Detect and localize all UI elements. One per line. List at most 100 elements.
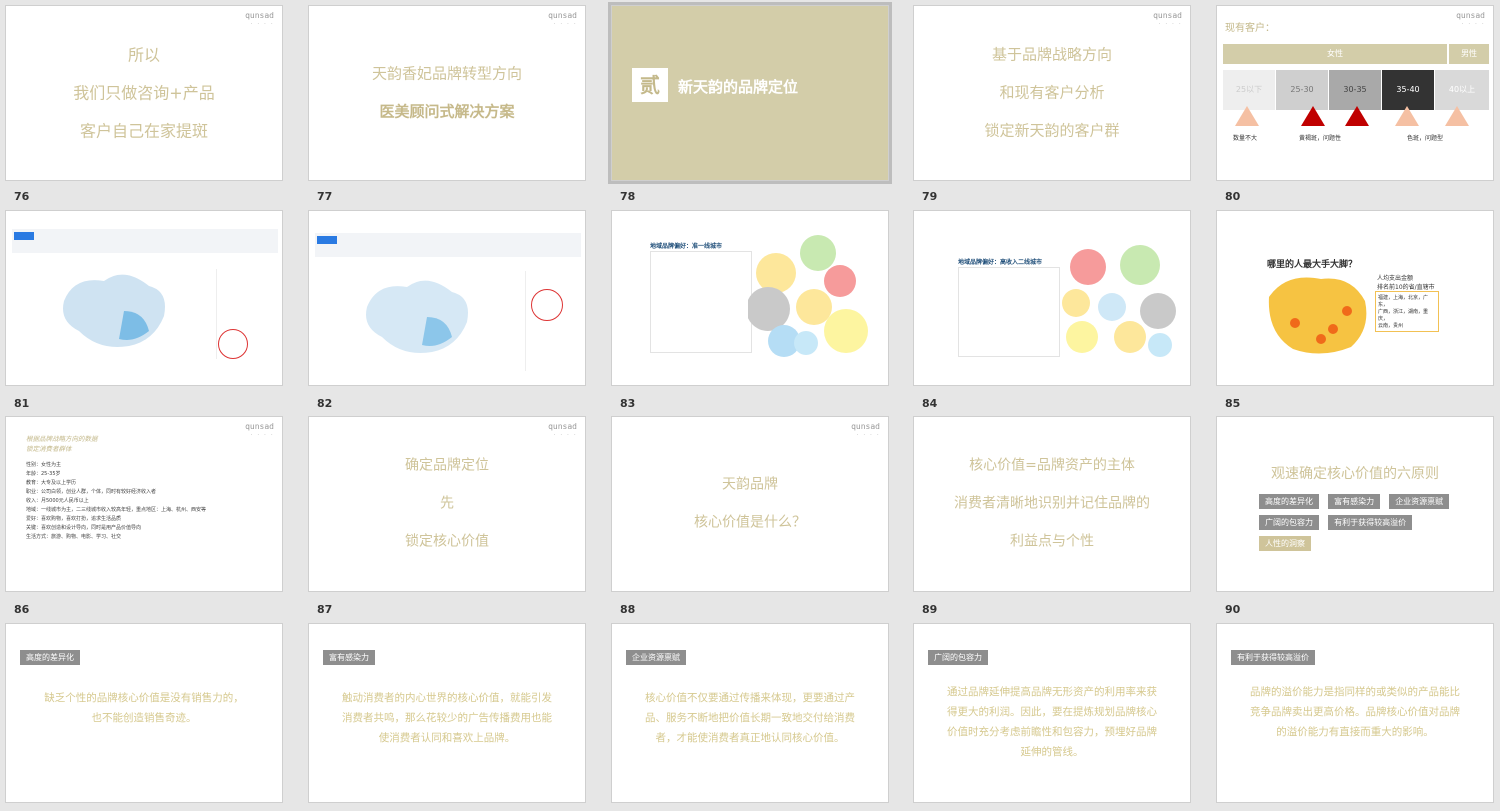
- slide-tag: 高度的差异化: [20, 650, 80, 665]
- slide-number: 79: [922, 190, 938, 203]
- text-line: 客户自己在家提斑: [79, 121, 208, 141]
- slide-thumb-95[interactable]: 有利于获得较高溢价 品牌的溢价能力是指同样的或类似的产品能比 竞争品牌卖出更高价…: [1216, 623, 1494, 803]
- slide-text: 天韵香妃品牌转型方向 医美顾问式解决方案: [309, 46, 585, 141]
- slide-number: 76: [14, 190, 30, 203]
- slide-number: 81: [14, 397, 30, 410]
- note: 色斑，问题型: [1407, 135, 1444, 142]
- slide-thumb-89[interactable]: 核心价值=品牌资产的主体 消费者清晰地识别并记住品牌的 利益点与个性: [913, 416, 1191, 592]
- text-line: 所以: [127, 45, 160, 65]
- slide-thumb-78[interactable]: 贰 新天韵的品牌定位: [608, 2, 892, 184]
- slide-thumb-76[interactable]: qunsad · · · · 所以 我们只做咨询+产品 客户自己在家提斑: [5, 5, 283, 181]
- slide-thumb-84[interactable]: 地域品牌偏好：高收入二线城市: [913, 210, 1191, 386]
- text-line: 和现有客户分析: [999, 83, 1105, 102]
- slide-thumb-90[interactable]: 观速确定核心价值的六原则 高度的差异化 富有感染力 企业资源禀赋 广阔的包容力 …: [1216, 416, 1494, 592]
- dashboard-header: [315, 233, 581, 257]
- slide-thumb-87[interactable]: qunsad · · · · 确定品牌定位 先 锁定核心价值: [308, 416, 586, 592]
- text-line: 医美顾问式解决方案: [379, 102, 515, 121]
- dashboard-header: [12, 229, 278, 253]
- slide-title: 观速确定核心价值的六原则: [1271, 466, 1439, 482]
- slide-text: 天韵品牌 核心价值是什么？: [612, 457, 888, 552]
- slide-thumb-80[interactable]: qunsad · · · · 现有客户： 女性 男性 25以下 25-30 30-…: [1216, 5, 1494, 181]
- list-item: 生活方式：旅游、购物、电影、学习、社交: [26, 534, 122, 540]
- slide-thumb-83[interactable]: 地域品牌偏好：准一线城市: [611, 210, 889, 386]
- slide-number: 90: [1225, 603, 1241, 616]
- slide-thumb-77[interactable]: qunsad · · · · 天韵香妃品牌转型方向 医美顾问式解决方案: [308, 5, 586, 181]
- principle-tag: 有利于获得较高溢价: [1328, 515, 1413, 530]
- slide-thumb-91[interactable]: 高度的差异化 缺乏个性的品牌核心价值是没有销售力的， 也不能创造销售奇迹。: [5, 623, 283, 803]
- text-line: 利益点与个性: [1010, 533, 1094, 550]
- slide-body: 缺乏个性的品牌核心价值是没有销售力的， 也不能创造销售奇迹。: [44, 692, 244, 724]
- text-line: 核心价值=品牌资产的主体: [969, 457, 1135, 474]
- bubble-diagram: [748, 235, 868, 357]
- segment-bar-female: 女性: [1223, 44, 1447, 64]
- brand-logo: qunsad · · · ·: [1456, 11, 1485, 27]
- principle-tags: 高度的差异化 富有感染力 企业资源禀赋 广阔的包容力 有利于获得较高溢价 人性的…: [1257, 489, 1457, 552]
- slide-thumb-94[interactable]: 广阔的包容力 通过品牌延伸提高品牌无形资产的利用率来获 得更大的利润。因此，要在…: [913, 623, 1191, 803]
- slide-tag: 有利于获得较高溢价: [1231, 650, 1315, 665]
- slide-thumb-81[interactable]: [5, 210, 283, 386]
- chart-title: 地域品牌偏好：准一线城市: [650, 243, 723, 250]
- slide-body: 触动消费者的内心世界的核心价值，就能引发 消费者共鸣，那么花较少的广告传播费用也…: [342, 692, 552, 744]
- slide-thumb-92[interactable]: 富有感染力 触动消费者的内心世界的核心价值，就能引发 消费者共鸣，那么花较少的广…: [308, 623, 586, 803]
- china-map-icon: [366, 280, 468, 353]
- slide-number: 83: [620, 397, 636, 410]
- bar-chart-block: [958, 267, 1060, 357]
- text-line: 确定品牌定位: [405, 457, 489, 474]
- note: 黄褐斑，问题性: [1299, 135, 1342, 142]
- slide-body: 通过品牌延伸提高品牌无形资产的利用率来获 得更大的利润。因此，要在提炼规划品牌核…: [947, 686, 1157, 758]
- slide-number: 84: [922, 397, 938, 410]
- slide-number: 78: [620, 190, 636, 203]
- highlight-circle: [218, 329, 248, 359]
- slide-text: 确定品牌定位 先 锁定核心价值: [309, 438, 585, 571]
- slide-number: 85: [1225, 397, 1241, 410]
- slide-body: 核心价值不仅要通过传播来体现，更要通过产 品、服务不断地把价值长期一致地交付给消…: [645, 692, 855, 744]
- text-line: 我们只做咨询+产品: [73, 83, 215, 103]
- list-item: 关键：喜欢创造和设计导向，同时是用产品价值导向: [26, 525, 142, 531]
- dashboard-tab: [14, 232, 34, 240]
- slide-body: 品牌的溢价能力是指同样的或类似的产品能比 竞争品牌卖出更高价格。品牌核心价值对品…: [1250, 686, 1460, 738]
- slide-thumb-85[interactable]: 哪里的人最大手大脚？ 人均支出金额 排名前10的省/直辖市 福建，上海，北京，广…: [1216, 210, 1494, 386]
- brand-logo: qunsad · · · ·: [245, 422, 274, 438]
- list-item: 地域：一线城市为主，二三线城市收入较高年轻，重点地区：上海、杭州、西安等: [26, 507, 207, 513]
- text-line: 基于品牌战略方向: [991, 45, 1112, 64]
- brand-logo: qunsad · · · ·: [851, 422, 880, 438]
- subtitle: 人均支出金额 排名前10的省/直辖市: [1377, 275, 1435, 291]
- slide-number: 87: [317, 603, 333, 616]
- text-line: 先: [440, 495, 454, 512]
- text-line: 天韵香妃品牌转型方向: [371, 64, 522, 83]
- bar-chart-block: [650, 251, 752, 353]
- dashboard-tab: [317, 236, 337, 244]
- slide-thumb-88[interactable]: qunsad · · · · 天韵品牌 核心价值是什么？: [611, 416, 889, 592]
- slide-tag: 广阔的包容力: [928, 650, 988, 665]
- slide-number: 82: [317, 397, 333, 410]
- text-line: 天韵品牌: [722, 476, 778, 493]
- ranking-panel: [525, 271, 578, 371]
- triangle-icon: [1395, 106, 1419, 126]
- triangle-markers: [1235, 106, 1469, 126]
- china-map-icon: [63, 274, 165, 347]
- slide-thumb-82[interactable]: [308, 210, 586, 386]
- text-line: 核心价值是什么？: [694, 514, 806, 531]
- consumer-profile: 性别：女性为主 年龄：25-35岁 教育：大专及以上学历 职业：公司白领，创业人…: [26, 461, 266, 542]
- principle-tag: 高度的差异化: [1259, 494, 1319, 509]
- list-item: 年龄：25-35岁: [26, 471, 61, 477]
- principle-tag: 企业资源禀赋: [1389, 494, 1450, 509]
- text-line: 锁定核心价值: [405, 533, 489, 550]
- slide-title: 现有客户：: [1225, 23, 1275, 34]
- text-line: 锁定新天韵的客户群: [984, 121, 1120, 140]
- triangle-icon: [1301, 106, 1325, 126]
- triangle-icon: [1345, 106, 1369, 126]
- triangle-icon: [1235, 106, 1259, 126]
- slide-thumb-86[interactable]: qunsad · · · · 根据品牌战略方向的数据 锁定消费者群体 性别：女性为…: [5, 416, 283, 592]
- slide-text: 基于品牌战略方向 和现有客户分析 锁定新天韵的客户群: [914, 27, 1190, 160]
- text-line: 消费者清晰地识别并记住品牌的: [954, 495, 1150, 512]
- principle-tag: 广阔的包容力: [1259, 515, 1319, 530]
- slide-text: 核心价值=品牌资产的主体 消费者清晰地识别并记住品牌的 利益点与个性: [914, 438, 1190, 571]
- section-badge: 贰: [632, 68, 668, 102]
- slide-thumb-79[interactable]: qunsad · · · · 基于品牌战略方向 和现有客户分析 锁定新天韵的客户群: [913, 5, 1191, 181]
- brand-logo: qunsad · · · ·: [548, 11, 577, 27]
- list-item: 教育：大专及以上学历: [26, 480, 77, 486]
- triangle-icon: [1445, 106, 1469, 126]
- slide-thumb-93[interactable]: 企业资源禀赋 核心价值不仅要通过传播来体现，更要通过产 品、服务不断地把价值长期…: [611, 623, 889, 803]
- slide-number: 77: [317, 190, 333, 203]
